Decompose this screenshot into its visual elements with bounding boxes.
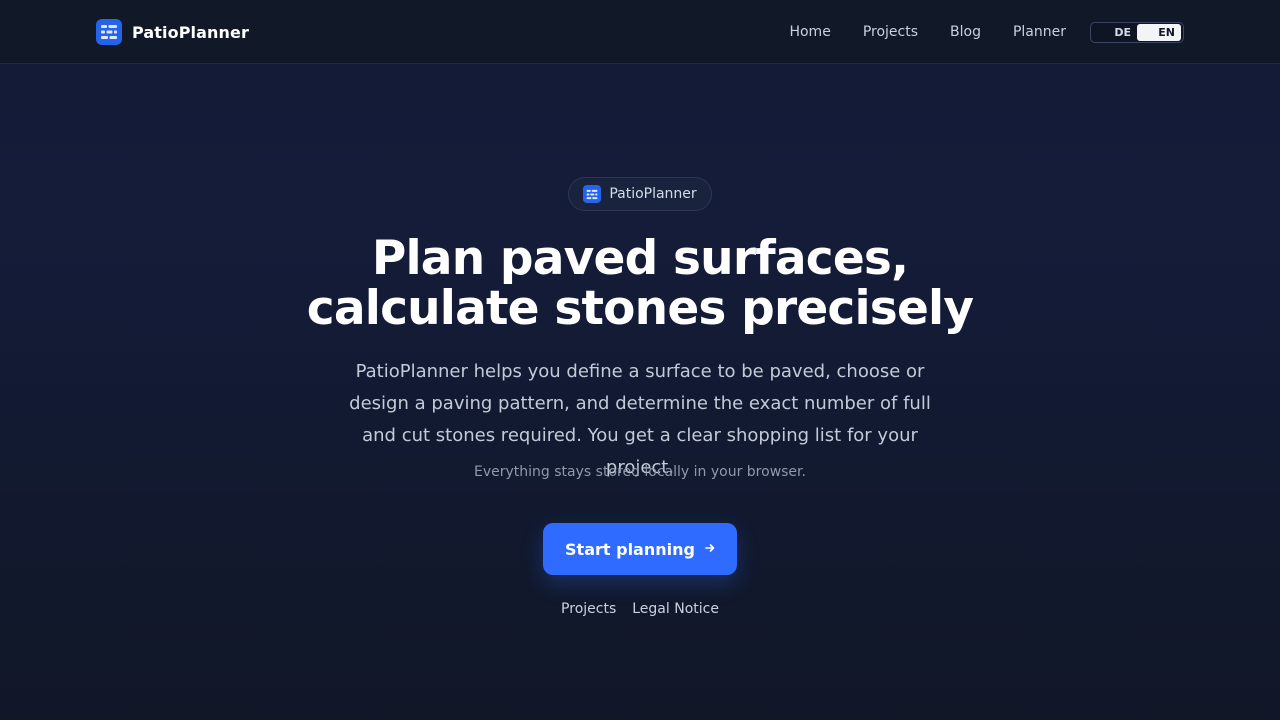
language-en-button[interactable]: EN [1137, 24, 1181, 41]
start-planning-label: Start planning [565, 539, 695, 559]
start-planning-button[interactable]: Start planning [543, 523, 737, 575]
local-storage-note: Everything stays stored locally in your … [474, 464, 806, 480]
main-nav: Home Projects Blog Planner [789, 22, 1066, 42]
patio-logo-icon [96, 19, 122, 45]
hero-title: Plan paved surfaces, calculate stones pr… [240, 234, 1040, 334]
hero-title-line-2: calculate stones precisely [306, 281, 974, 336]
nav-link-home[interactable]: Home [789, 22, 830, 42]
language-de-button[interactable]: DE [1108, 24, 1137, 41]
hero-badge: PatioPlanner [568, 177, 712, 211]
hero-secondary-links: Projects Legal Notice [440, 599, 840, 619]
legal-notice-link[interactable]: Legal Notice [632, 599, 719, 619]
patio-logo-icon [583, 185, 602, 203]
nav-link-projects[interactable]: Projects [863, 22, 918, 42]
nav-link-planner[interactable]: Planner [1013, 22, 1066, 42]
hero-section: PatioPlanner Plan paved surfaces, calcul… [0, 64, 1280, 720]
language-switcher: DE EN [1090, 22, 1184, 43]
hero-title-line-1: Plan paved surfaces, [371, 231, 909, 286]
site-header: PatioPlanner Home Projects Blog Planner … [0, 0, 1280, 64]
brand-name: PatioPlanner [132, 22, 249, 42]
arrow-right-icon [705, 542, 715, 557]
projects-link[interactable]: Projects [561, 599, 616, 619]
nav-link-blog[interactable]: Blog [950, 22, 981, 42]
hero-badge-label: PatioPlanner [609, 186, 697, 202]
brand-link[interactable]: PatioPlanner [96, 19, 249, 45]
